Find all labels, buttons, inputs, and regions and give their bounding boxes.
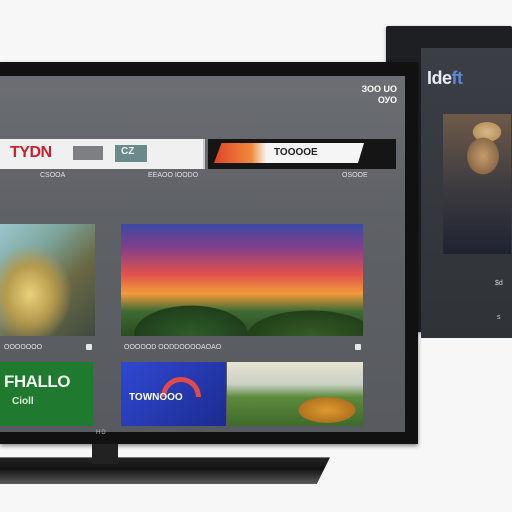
- secondary-tv-label-2: s: [497, 314, 501, 321]
- status-readout: ЗОО UO ОУО: [361, 84, 397, 105]
- thumbnail-sunset[interactable]: [121, 224, 363, 336]
- secondary-tv-poster[interactable]: [443, 114, 511, 254]
- logo-chip-gray: [73, 146, 103, 160]
- secondary-tv-screen: Ideft $d s: [421, 48, 512, 338]
- main-tv: ЗОО UO ОУО TYDN CZ TOOOOE CSOOA EEAOO IO…: [0, 62, 418, 444]
- caption-row1-right: OSOOE: [342, 172, 368, 179]
- main-tv-screen: ЗОО UO ОУО TYDN CZ TOOOOE CSOOA EEAOO IO…: [0, 76, 405, 432]
- channel-logo-text: TYDN: [10, 144, 52, 161]
- tv-brand-label: HD: [96, 430, 107, 436]
- tv-stand-base: [0, 457, 330, 484]
- caption-row1-mid: EEAOO IOODO: [148, 172, 199, 179]
- logo-chip-teal: CZ: [115, 145, 147, 162]
- caption-row2-mid: OOOOOD OODDOOOOAOAO: [124, 344, 222, 351]
- featured-banner-tile[interactable]: TOOOOE: [208, 139, 396, 169]
- secondary-tv-logo: Ideft: [427, 68, 463, 88]
- caption-row1-left: CSOOA: [40, 172, 66, 179]
- featured-banner-bar: TOOOOE: [214, 143, 364, 163]
- secondary-tv-label: $d: [495, 280, 503, 287]
- info-icon[interactable]: [86, 344, 92, 350]
- channel-logo-tile[interactable]: TYDN CZ: [0, 139, 205, 169]
- tv-stand-neck: [92, 444, 118, 464]
- thumbnail-blue-channel[interactable]: TOWNOOO: [121, 362, 226, 426]
- thumbnail-green-title[interactable]: FHALLO Cioll: [0, 362, 93, 426]
- arrow-icon[interactable]: [355, 344, 361, 350]
- thumbnail-field[interactable]: [227, 362, 363, 426]
- featured-row: TYDN CZ TOOOOE: [0, 127, 396, 169]
- caption-row2-left: OOOOOOO: [4, 344, 43, 351]
- thumbnail-rock-landscape[interactable]: [0, 224, 95, 336]
